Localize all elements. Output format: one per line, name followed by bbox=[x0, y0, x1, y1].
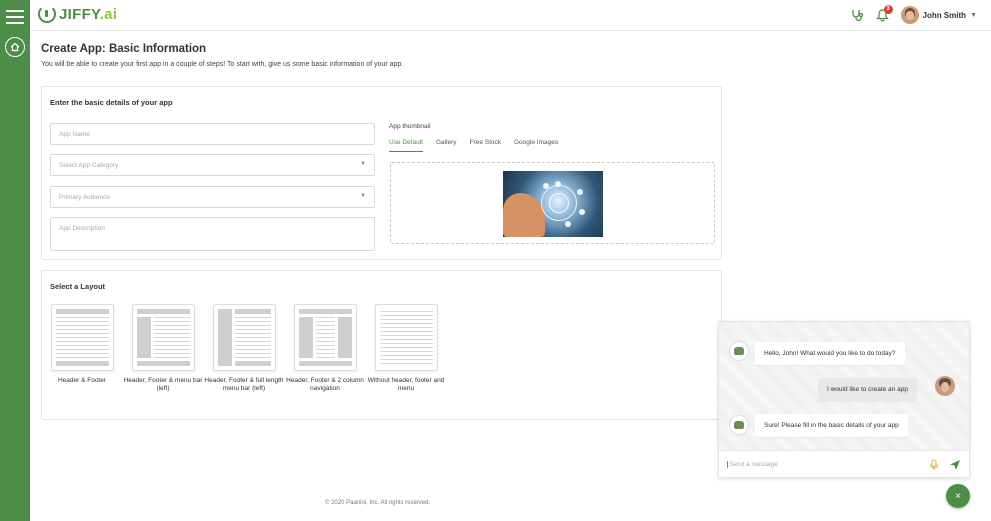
thumbnail-tabs: Use Default Gallery Free Stock Google Im… bbox=[389, 139, 558, 152]
chat-message-bot: Sure! Please fill in the basic details o… bbox=[755, 414, 908, 437]
user-name: John Smith bbox=[922, 10, 967, 20]
tab-gallery[interactable]: Gallery bbox=[436, 139, 457, 152]
layout-label: Without header, footer and menu bbox=[367, 377, 445, 392]
page-subtitle: You will be able to create your first ap… bbox=[41, 61, 404, 68]
primary-audience-select[interactable]: Primary Audience ▼ bbox=[50, 186, 375, 208]
stethoscope-icon[interactable] bbox=[850, 8, 864, 22]
thumbnail-label: App thumbnail bbox=[389, 123, 431, 130]
logo-mark-icon bbox=[38, 5, 56, 23]
user-menu[interactable]: John Smith ▼ bbox=[900, 6, 977, 24]
details-card: Enter the basic details of your app App … bbox=[41, 86, 722, 260]
page-title: Create App: Basic Information bbox=[41, 43, 207, 55]
layout-thumbnail bbox=[212, 304, 276, 371]
microphone-icon[interactable] bbox=[929, 458, 939, 476]
layout-thumbnail bbox=[50, 304, 114, 371]
primary-audience-placeholder: Primary Audience bbox=[59, 194, 110, 201]
home-icon[interactable] bbox=[5, 37, 25, 57]
tab-google-images[interactable]: Google Images bbox=[514, 139, 558, 152]
app-category-select[interactable]: Select App Category ▼ bbox=[50, 154, 375, 176]
user-avatar bbox=[935, 376, 955, 396]
brand-suffix: .ai bbox=[99, 5, 118, 23]
layout-option-no-header-footer[interactable]: Without header, footer and menu bbox=[368, 304, 444, 393]
dropdown-arrow-icon: ▼ bbox=[360, 161, 366, 167]
close-chat-button[interactable]: × bbox=[946, 484, 970, 508]
layout-thumbnail bbox=[131, 304, 195, 371]
copyright-text: © 2020 Paanini, Inc. All rights reserved… bbox=[325, 500, 431, 506]
details-heading: Enter the basic details of your app bbox=[50, 98, 173, 107]
layout-heading: Select a Layout bbox=[50, 282, 106, 291]
layout-option-two-column-nav[interactable]: Header, Footer & 2 column navigation bbox=[286, 304, 364, 393]
bot-avatar-icon bbox=[729, 415, 749, 435]
chevron-down-icon: ▼ bbox=[970, 11, 977, 19]
chat-input[interactable]: Send a message bbox=[719, 450, 969, 477]
dropdown-arrow-icon: ▼ bbox=[360, 193, 366, 199]
layout-thumbnail bbox=[293, 304, 357, 371]
chat-messages: Hello, John! What would you like to do t… bbox=[719, 322, 969, 452]
bot-avatar-icon bbox=[729, 341, 749, 361]
jiffy-logo[interactable]: JIFFY.ai bbox=[38, 5, 117, 23]
app-name-placeholder: App Name bbox=[59, 131, 90, 138]
bell-icon[interactable]: 3 bbox=[875, 5, 893, 22]
menu-icon[interactable] bbox=[6, 10, 24, 24]
default-thumbnail-image bbox=[503, 171, 603, 237]
app-name-input[interactable]: App Name bbox=[50, 123, 375, 145]
layout-label: Header, Footer & menu bar (left) bbox=[123, 377, 203, 392]
layout-option-header-footer[interactable]: Header & Footer bbox=[50, 304, 114, 393]
thumbnail-dropzone[interactable] bbox=[390, 162, 715, 244]
top-bar: JIFFY.ai 3 John Smith ▼ bbox=[30, 0, 991, 31]
chat-message-bot: Hello, John! What would you like to do t… bbox=[755, 342, 905, 365]
layout-label: Header & Footer bbox=[57, 377, 107, 384]
chat-widget: Hello, John! What would you like to do t… bbox=[718, 321, 970, 478]
layout-thumbnail bbox=[374, 304, 438, 371]
left-rail bbox=[0, 0, 30, 521]
tab-use-default[interactable]: Use Default bbox=[389, 139, 423, 152]
layout-option-full-menu-left[interactable]: Header, Footer & full length menu bar (l… bbox=[204, 304, 284, 393]
app-category-placeholder: Select App Category bbox=[59, 162, 119, 169]
chat-input-placeholder: Send a message bbox=[727, 461, 778, 468]
layout-label: Header, Footer & full length menu bar (l… bbox=[204, 377, 284, 392]
chat-message-user: I would like to create an app bbox=[818, 378, 917, 401]
layout-label: Header, Footer & 2 column navigation bbox=[286, 377, 364, 392]
app-description-textarea[interactable]: App Description bbox=[50, 217, 375, 251]
notification-badge: 3 bbox=[883, 5, 893, 14]
layout-card: Select a Layout Header & Footer Header, … bbox=[41, 270, 722, 420]
app-description-placeholder: App Description bbox=[59, 225, 105, 232]
layout-option-menu-left[interactable]: Header, Footer & menu bar (left) bbox=[124, 304, 202, 393]
brand-name: JIFFY bbox=[59, 5, 100, 23]
tab-free-stock[interactable]: Free Stock bbox=[470, 139, 501, 152]
avatar bbox=[900, 6, 919, 24]
send-icon[interactable] bbox=[949, 458, 961, 476]
